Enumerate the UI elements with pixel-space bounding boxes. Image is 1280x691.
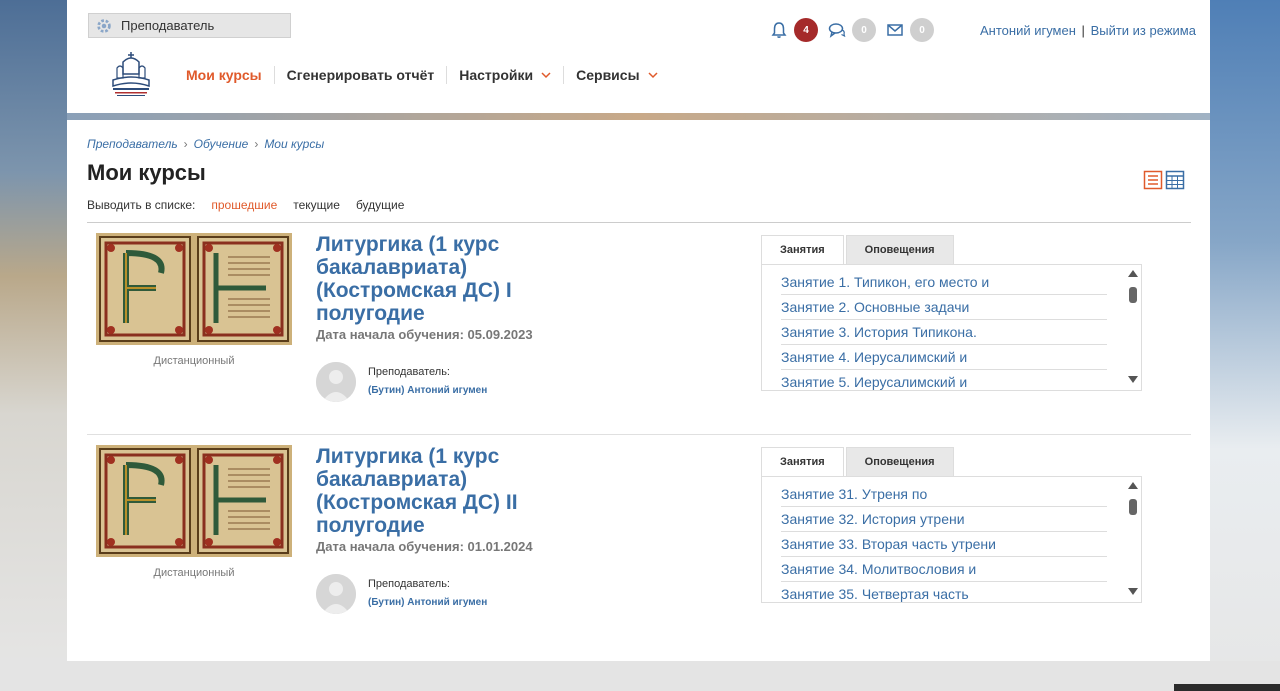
header-decorative-strip xyxy=(67,113,1210,120)
header-notifications: 4 0 0 xyxy=(770,18,944,42)
scroll-thumb[interactable] xyxy=(1129,287,1137,303)
nav-label: Настройки xyxy=(459,67,534,83)
course-start-date: Дата начала обучения: 01.01.2024 xyxy=(316,539,533,554)
nav-label: Сервисы xyxy=(576,67,640,83)
nav-generate-report[interactable]: Сгенерировать отчёт xyxy=(273,66,447,84)
course-card: Дистанционный Литургика (1 курс бакалавр… xyxy=(87,233,1191,445)
lesson-link[interactable]: Занятие 5. Иерусалимский и xyxy=(781,370,1107,390)
tab-announcements[interactable]: Оповещения xyxy=(845,235,954,265)
filter-label: Выводить в списке: xyxy=(87,198,196,212)
site-header: Преподаватель Мои курсы Сгенерировать от… xyxy=(67,0,1210,113)
lessons-scrollbar[interactable] xyxy=(1125,477,1141,602)
lessons-scrollbar[interactable] xyxy=(1125,265,1141,390)
chevron-down-icon xyxy=(648,72,658,79)
notifications-count-badge: 4 xyxy=(794,18,818,42)
lesson-link[interactable]: Занятие 32. История утрени xyxy=(781,507,1107,532)
main-content: Преподаватель › Обучение › Мои курсы Мои кур… xyxy=(67,120,1210,661)
view-switcher xyxy=(1143,170,1187,190)
teacher-name-link[interactable]: (Бутин) Антоний игумен xyxy=(368,385,487,396)
breadcrumb-arrow: › xyxy=(183,137,188,151)
breadcrumb-item-learning[interactable]: Обучение xyxy=(194,137,249,151)
nav-label: Мои курсы xyxy=(186,67,262,83)
role-switcher[interactable]: Преподаватель xyxy=(88,13,291,38)
teacher-label: Преподаватель: xyxy=(368,366,450,378)
nav-settings[interactable]: Настройки xyxy=(446,66,563,84)
user-links: Антоний игумен | Выйти из режима xyxy=(980,23,1196,38)
tab-announcements[interactable]: Оповещения xyxy=(845,447,954,477)
nav-services[interactable]: Сервисы xyxy=(563,66,669,84)
lesson-link[interactable]: Занятие 34. Молитвословия и xyxy=(781,557,1107,582)
messages-button[interactable]: 0 xyxy=(828,18,876,42)
corner-widget[interactable] xyxy=(1174,684,1280,691)
scroll-up-arrow-icon[interactable] xyxy=(1128,482,1138,489)
exit-mode-link[interactable]: Выйти из режима xyxy=(1091,23,1196,38)
course-mode: Дистанционный xyxy=(153,567,235,579)
notifications-button[interactable]: 4 xyxy=(770,18,818,42)
filter-current[interactable]: текущие xyxy=(293,198,340,212)
lessons-list: Занятие 31. Утреня по Занятие 32. Истори… xyxy=(761,476,1142,603)
site-logo[interactable] xyxy=(105,48,157,100)
tab-lessons[interactable]: Занятия xyxy=(761,235,844,265)
background-right xyxy=(1208,0,1280,691)
scroll-down-arrow-icon[interactable] xyxy=(1128,588,1138,595)
scroll-thumb[interactable] xyxy=(1129,499,1137,515)
teacher-avatar xyxy=(316,574,356,614)
role-label: Преподаватель xyxy=(121,18,215,33)
messages-count-badge: 0 xyxy=(852,18,876,42)
breadcrumb-item-teacher[interactable]: Преподаватель xyxy=(87,137,178,151)
course-divider xyxy=(87,434,1191,435)
divider xyxy=(87,222,1191,223)
lesson-link[interactable]: Занятие 35. Четвертая часть xyxy=(781,582,1107,602)
lesson-link[interactable]: Занятие 2. Основные задачи xyxy=(781,295,1107,320)
tab-lessons[interactable]: Занятия xyxy=(761,447,844,477)
scroll-down-arrow-icon[interactable] xyxy=(1128,376,1138,383)
filter-past[interactable]: прошедшие xyxy=(211,198,277,212)
list-filter: Выводить в списке: прошедшие текущие буд… xyxy=(87,198,420,212)
link-separator: | xyxy=(1081,23,1085,38)
table-view-icon[interactable] xyxy=(1165,170,1185,190)
course-thumbnail[interactable] xyxy=(96,445,292,557)
course-thumbnail[interactable] xyxy=(96,233,292,345)
nav-label: Сгенерировать отчёт xyxy=(286,67,435,83)
course-start-date: Дата начала обучения: 05.09.2023 xyxy=(316,327,533,342)
user-name-link[interactable]: Антоний игумен xyxy=(980,23,1076,38)
mail-button[interactable]: 0 xyxy=(886,18,934,42)
lesson-link[interactable]: Занятие 33. Вторая часть утрени xyxy=(781,532,1107,557)
lessons-list: Занятие 1. Типикон, его место и Занятие … xyxy=(761,264,1142,391)
bell-icon xyxy=(771,22,787,38)
main-nav: Мои курсы Сгенерировать отчёт Настройки … xyxy=(186,66,670,84)
gear-icon xyxy=(97,18,111,33)
breadcrumb-arrow: › xyxy=(254,137,259,151)
course-tabs: Занятия Оповещения xyxy=(761,235,956,265)
course-card: Дистанционный Литургика (1 курс бакалавр… xyxy=(87,445,1191,657)
page-title: Мои курсы xyxy=(87,160,206,185)
breadcrumb: Преподаватель › Обучение › Мои курсы xyxy=(87,137,324,151)
background-left xyxy=(0,0,70,691)
lesson-link[interactable]: Занятие 3. История Типикона. xyxy=(781,320,1107,345)
filter-future[interactable]: будущие xyxy=(356,198,404,212)
course-mode: Дистанционный xyxy=(153,355,235,367)
lesson-link[interactable]: Занятие 4. Иерусалимский и xyxy=(781,345,1107,370)
breadcrumb-item-my-courses[interactable]: Мои курсы xyxy=(264,137,324,151)
teacher-label: Преподаватель: xyxy=(368,578,450,590)
chevron-down-icon xyxy=(541,72,551,79)
scroll-up-arrow-icon[interactable] xyxy=(1128,270,1138,277)
course-title-link[interactable]: Литургика (1 курс бакалавриата) (Костром… xyxy=(316,233,576,325)
lesson-link[interactable]: Занятие 1. Типикон, его место и xyxy=(781,270,1107,295)
mail-count-badge: 0 xyxy=(910,18,934,42)
lesson-link[interactable]: Занятие 31. Утреня по xyxy=(781,482,1107,507)
course-tabs: Занятия Оповещения xyxy=(761,447,956,477)
nav-my-courses[interactable]: Мои курсы xyxy=(186,66,274,84)
list-view-icon[interactable] xyxy=(1143,170,1163,190)
teacher-avatar xyxy=(316,362,356,402)
chat-icon xyxy=(828,23,846,38)
footer-background xyxy=(0,661,1280,691)
teacher-name-link[interactable]: (Бутин) Антоний игумен xyxy=(368,597,487,608)
mail-icon xyxy=(887,24,903,36)
course-title-link[interactable]: Литургика (1 курс бакалавриата) (Костром… xyxy=(316,445,576,537)
